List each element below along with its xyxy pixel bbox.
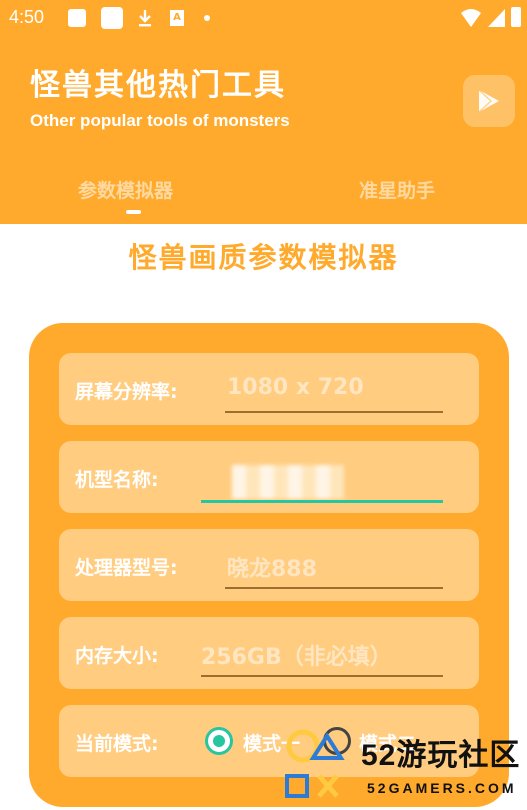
memory-underline xyxy=(201,675,443,677)
play-store-icon xyxy=(478,89,499,113)
processor-underline xyxy=(225,587,443,589)
watermark-logo-icon xyxy=(285,729,345,798)
app-header: 4:50 A 怪兽其他热门工具 Other popular tools of m… xyxy=(0,0,527,224)
app-icon xyxy=(101,7,123,29)
processor-label: 处理器型号: xyxy=(75,557,178,579)
memory-label: 内存大小: xyxy=(75,645,159,667)
status-time: 4:50 xyxy=(9,7,45,27)
download-icon xyxy=(136,9,154,27)
battery-icon xyxy=(511,7,521,27)
status-bar: 4:50 A xyxy=(0,0,527,36)
app-title: 怪兽其他热门工具 xyxy=(30,68,286,103)
resolution-input[interactable]: 1080 x 720 xyxy=(227,375,364,407)
wifi-icon xyxy=(460,8,482,28)
dot-icon xyxy=(204,15,210,21)
device-model-underline xyxy=(201,500,443,503)
watermark-text: 52游玩社区 xyxy=(361,739,521,772)
mode-label: 当前模式: xyxy=(75,733,159,755)
device-model-row: 机型名称: xyxy=(59,441,479,513)
mode-one-radio[interactable] xyxy=(205,727,233,755)
site-watermark: 52游玩社区 52GAMERS.COM xyxy=(283,724,527,810)
watermark-url: 52GAMERS.COM xyxy=(367,780,517,796)
processor-input[interactable]: 晓龙888 xyxy=(227,551,317,583)
memory-row: 内存大小: 256GB（非必填） xyxy=(59,617,479,689)
a-icon: A xyxy=(170,10,184,26)
memory-input[interactable]: 256GB（非必填） xyxy=(201,639,392,671)
page-title: 怪兽画质参数模拟器 xyxy=(128,241,399,274)
play-store-button[interactable] xyxy=(463,75,515,127)
tab-crosshair-helper[interactable]: 准星助手 xyxy=(359,176,435,203)
resolution-underline xyxy=(225,411,443,413)
tab-indicator xyxy=(126,210,141,214)
device-model-input[interactable] xyxy=(232,465,344,499)
image-icon xyxy=(68,9,86,27)
resolution-row: 屏幕分辨率: 1080 x 720 xyxy=(59,353,479,425)
resolution-label: 屏幕分辨率: xyxy=(75,381,178,403)
processor-row: 处理器型号: 晓龙888 xyxy=(59,529,479,601)
app-subtitle: Other popular tools of monsters xyxy=(30,111,290,130)
device-model-label: 机型名称: xyxy=(75,469,159,491)
signal-icon xyxy=(487,8,505,28)
tab-parameter-simulator[interactable]: 参数模拟器 xyxy=(78,176,173,203)
